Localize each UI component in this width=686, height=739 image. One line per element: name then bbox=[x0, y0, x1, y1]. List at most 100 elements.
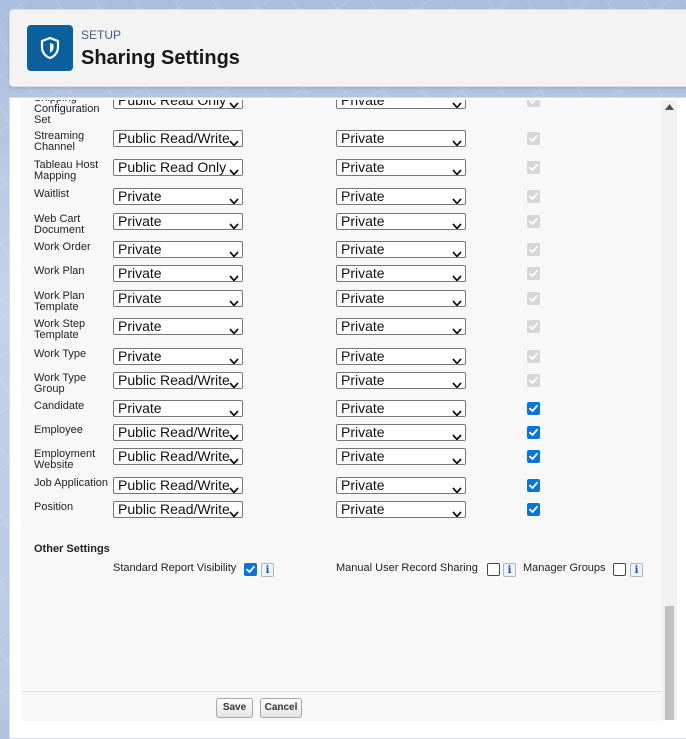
scrollbar-thumb[interactable] bbox=[665, 606, 674, 720]
select-value: Public Read/Write bbox=[118, 372, 230, 388]
default-access-select[interactable]: Public Read/Write bbox=[113, 501, 243, 518]
select-value: Public Read Only bbox=[118, 100, 227, 108]
external-access-select[interactable]: Private bbox=[336, 290, 466, 307]
chevron-down-icon bbox=[229, 405, 239, 416]
external-access-select[interactable]: Private bbox=[336, 477, 466, 494]
page-header: SETUP Sharing Settings bbox=[9, 9, 686, 87]
grant-access-checkbox[interactable] bbox=[527, 426, 540, 439]
select-value: Private bbox=[341, 424, 385, 440]
default-access-select[interactable]: Public Read/Write bbox=[113, 372, 243, 389]
manual-user-record-sharing-info-icon[interactable]: i bbox=[503, 563, 516, 577]
standard-report-visibility-label: Standard Report Visibility bbox=[113, 562, 237, 574]
row-label: Waitlist bbox=[34, 188, 70, 200]
grant-access-checkbox bbox=[527, 374, 540, 387]
external-access-select[interactable]: Private bbox=[336, 241, 466, 258]
chevron-down-icon bbox=[229, 482, 239, 493]
default-access-select[interactable]: Private bbox=[113, 265, 243, 282]
chevron-down-icon bbox=[229, 135, 239, 146]
external-access-select[interactable]: Private bbox=[336, 501, 466, 518]
grant-access-checkbox bbox=[527, 243, 540, 256]
chevron-down-icon bbox=[452, 193, 462, 204]
default-access-select[interactable]: Private bbox=[113, 213, 243, 230]
chevron-down-icon bbox=[229, 164, 239, 175]
row-label: Employee bbox=[34, 424, 83, 436]
select-value: Private bbox=[341, 241, 385, 257]
external-access-select[interactable]: Private bbox=[336, 159, 466, 176]
external-access-select[interactable]: Private bbox=[336, 213, 466, 230]
default-access-select[interactable]: Public Read/Write bbox=[113, 424, 243, 441]
external-access-select[interactable]: Private bbox=[336, 318, 466, 335]
select-value: Private bbox=[341, 501, 385, 517]
grant-access-checkbox bbox=[527, 292, 540, 305]
chevron-down-icon bbox=[452, 164, 462, 175]
chevron-down-icon bbox=[452, 246, 462, 257]
row-label: Streaming Channel bbox=[34, 130, 85, 153]
save-button[interactable]: Save bbox=[216, 698, 253, 718]
sharing-settings-panel: Shipping Configuration Set Public Read On… bbox=[21, 100, 662, 692]
chevron-down-icon bbox=[229, 100, 239, 108]
select-value: Public Read Only bbox=[118, 159, 227, 175]
chevron-down-icon bbox=[229, 453, 239, 464]
header-eyebrow: SETUP bbox=[81, 28, 122, 42]
chevron-down-icon bbox=[452, 353, 462, 364]
select-value: Public Read/Write bbox=[118, 424, 230, 440]
default-access-select[interactable]: Public Read Only bbox=[113, 159, 243, 176]
chevron-down-icon bbox=[452, 506, 462, 517]
select-value: Public Read/Write bbox=[118, 448, 230, 464]
chevron-down-icon bbox=[452, 323, 462, 334]
external-access-select[interactable]: Private bbox=[336, 448, 466, 465]
chevron-down-icon bbox=[452, 100, 462, 108]
manager-groups-checkbox[interactable] bbox=[613, 563, 626, 576]
external-access-select[interactable]: Private bbox=[336, 348, 466, 365]
scroll-up-arrow-icon[interactable] bbox=[665, 104, 674, 110]
select-value: Private bbox=[118, 348, 162, 364]
grant-access-checkbox[interactable] bbox=[527, 503, 540, 516]
external-access-select[interactable]: Private bbox=[336, 372, 466, 389]
grant-access-checkbox bbox=[527, 132, 540, 145]
default-access-select[interactable]: Public Read/Write bbox=[113, 448, 243, 465]
select-value: Private bbox=[118, 188, 162, 204]
manager-groups-label: Manager Groups bbox=[523, 562, 606, 574]
row-label: Job Application bbox=[34, 477, 108, 489]
cancel-button[interactable]: Cancel bbox=[260, 698, 302, 718]
grant-access-checkbox[interactable] bbox=[527, 402, 540, 415]
row-label: Work Type Group bbox=[34, 372, 87, 395]
external-access-select[interactable]: Private bbox=[336, 424, 466, 441]
standard-report-visibility-info-icon[interactable]: i bbox=[261, 563, 274, 577]
default-access-select[interactable]: Public Read Only bbox=[113, 100, 243, 109]
default-access-select[interactable]: Private bbox=[113, 348, 243, 365]
external-access-select[interactable]: Private bbox=[336, 188, 466, 205]
default-access-select[interactable]: Private bbox=[113, 241, 243, 258]
external-access-select[interactable]: Private bbox=[336, 130, 466, 147]
default-access-select[interactable]: Private bbox=[113, 290, 243, 307]
default-access-select[interactable]: Private bbox=[113, 318, 243, 335]
manual-user-record-sharing-checkbox[interactable] bbox=[487, 563, 500, 576]
select-value: Private bbox=[341, 265, 385, 281]
default-access-select[interactable]: Private bbox=[113, 188, 243, 205]
chevron-down-icon bbox=[229, 506, 239, 517]
grant-access-checkbox[interactable] bbox=[527, 479, 540, 492]
grant-access-checkbox[interactable] bbox=[527, 450, 540, 463]
external-access-select[interactable]: Private bbox=[336, 400, 466, 417]
manager-groups-info-icon[interactable]: i bbox=[630, 563, 643, 577]
select-value: Private bbox=[341, 372, 385, 388]
default-access-select[interactable]: Private bbox=[113, 400, 243, 417]
external-access-select[interactable]: Private bbox=[336, 100, 466, 109]
standard-report-visibility-checkbox[interactable] bbox=[244, 563, 257, 576]
external-access-select[interactable]: Private bbox=[336, 265, 466, 282]
select-value: Private bbox=[118, 265, 162, 281]
default-access-select[interactable]: Public Read/Write bbox=[113, 477, 243, 494]
row-label: Web Cart Document bbox=[34, 213, 85, 236]
chevron-down-icon bbox=[229, 323, 239, 334]
select-value: Private bbox=[341, 348, 385, 364]
chevron-down-icon bbox=[229, 246, 239, 257]
select-value: Private bbox=[341, 213, 385, 229]
row-label: Shipping Configuration Set bbox=[34, 100, 100, 126]
row-label: Position bbox=[34, 501, 74, 513]
select-value: Public Read/Write bbox=[118, 477, 230, 493]
chevron-down-icon bbox=[452, 405, 462, 416]
select-value: Private bbox=[341, 448, 385, 464]
button-bar bbox=[22, 691, 662, 721]
grant-access-checkbox bbox=[527, 350, 540, 363]
default-access-select[interactable]: Public Read/Write bbox=[113, 130, 243, 147]
